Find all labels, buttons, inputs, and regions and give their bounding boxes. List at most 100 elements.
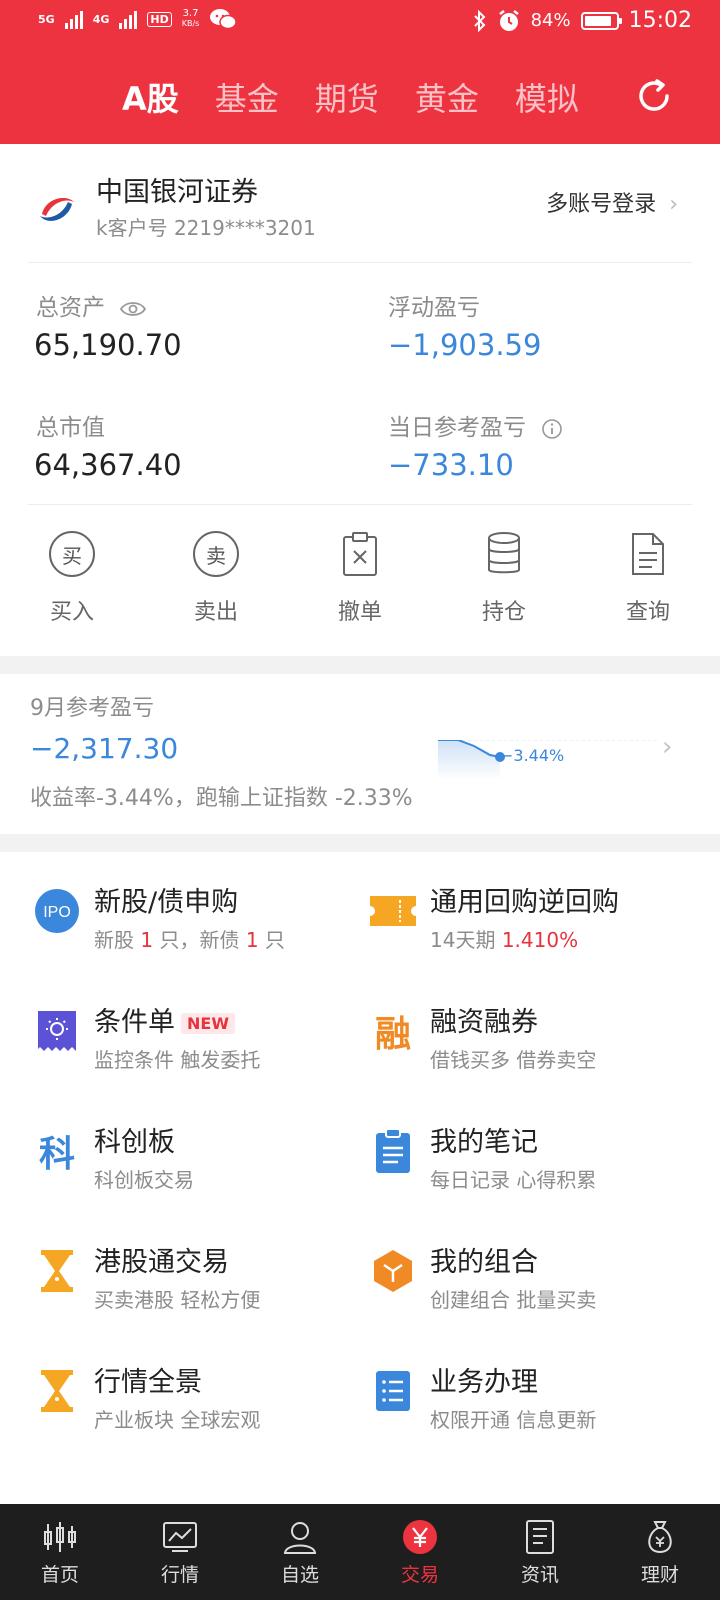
tab-gold[interactable]: 黄金 [415,74,479,120]
chevron-right-icon: › [662,732,673,762]
new-badge: NEW [181,1013,235,1034]
portfolio-icon [374,1250,412,1292]
tab-simulation[interactable]: 模拟 [515,74,579,120]
broker-logo [38,190,76,228]
sell-label: 卖出 [193,600,238,625]
query-label: 查询 [625,600,670,625]
refresh-icon[interactable] [636,78,672,114]
cancel-order-label: 撤单 [337,600,382,625]
chevron-right-icon: › [669,192,678,217]
divider [28,262,692,263]
total-assets-value: 65,190.70 [34,328,182,362]
hourglass-icon [41,1370,73,1412]
my-portfolio-item[interactable]: 我的组合 创建组合 批量买卖 [370,1240,710,1330]
network-4g-label: 4G [92,12,110,26]
svg-text:IPO: IPO [43,904,71,921]
nav-news[interactable]: 资讯 [480,1504,600,1600]
monthly-pl-label: 9月参考盈亏 [30,696,154,721]
business-handling-title: 业务办理 [430,1367,538,1398]
candlestick-icon [44,1521,76,1552]
repo-subtitle: 14天期 1.410% [430,928,579,952]
my-portfolio-title: 我的组合 [430,1247,538,1278]
market-panorama-subtitle: 产业板块 全球宏观 [94,1408,261,1432]
nav-market[interactable]: 行情 [120,1504,240,1600]
bluetooth-icon [473,9,485,32]
nav-wealth[interactable]: 理财 [600,1504,720,1600]
monthly-return-desc: 收益率-3.44%，跑输上证指数 -2.33% [30,786,413,811]
business-handling-item[interactable]: 业务办理 权限开通 信息更新 [370,1360,710,1450]
battery-percent: 84% [530,10,571,31]
cancel-order-button[interactable]: 撤单 [288,528,432,626]
ticket-icon [370,896,416,926]
broker-name: 中国银河证券 [96,177,258,208]
sell-icon: 卖 [193,531,239,577]
nav-market-label: 行情 [160,1563,199,1586]
signal-icon-2 [119,9,138,29]
info-icon[interactable] [541,418,563,440]
business-handling-subtitle: 权限开通 信息更新 [430,1408,597,1432]
buy-button[interactable]: 买 买入 [0,528,144,626]
condition-order-subtitle: 监控条件 触发委托 [94,1048,261,1072]
chart-icon [163,1521,197,1552]
condition-order-item[interactable]: 条件单 NEW 监控条件 触发委托 [34,1000,374,1090]
market-value-label: 总市值 [36,415,105,441]
nav-news-label: 资讯 [520,1563,559,1586]
margin-trading-title: 融资融券 [430,1007,538,1038]
hk-connect-item[interactable]: 港股通交易 买卖港股 轻松方便 [34,1240,374,1330]
net-speed: 3.7 [182,8,199,19]
multi-account-login[interactable]: 多账号登录 › [546,186,678,218]
positions-button[interactable]: 持仓 [432,528,576,626]
condition-order-title: 条件单 NEW [94,1000,235,1039]
nav-watchlist-label: 自选 [280,1563,319,1586]
nav-trade[interactable]: 交易 [360,1504,480,1600]
list-icon [376,1371,410,1411]
ipo-icon: IPO [35,889,79,933]
network-5g-label: 5G [38,12,55,26]
daily-pl-value: −733.10 [388,448,514,482]
ipo-subscription-item[interactable]: IPO 新股/债申购 新股 1 只，新债 1 只 [34,880,374,970]
margin-icon: 融 [374,1014,411,1055]
cancel-order-icon [343,532,377,576]
nav-watchlist[interactable]: 自选 [240,1504,360,1600]
news-icon [526,1519,554,1554]
nav-home-label: 首页 [40,1563,79,1586]
eye-icon[interactable] [120,300,147,318]
floating-pl-label: 浮动盈亏 [388,295,480,321]
star-market-subtitle: 科创板交易 [94,1168,194,1192]
margin-trading-item[interactable]: 融 融资融券 借钱买多 借券卖空 [370,1000,710,1090]
star-market-title: 科创板 [94,1127,175,1158]
repo-item[interactable]: 通用回购逆回购 14天期 1.410% [370,880,710,970]
tab-futures[interactable]: 期货 [315,74,379,120]
query-button[interactable]: 查询 [576,528,720,626]
nav-home[interactable]: 首页 [0,1504,120,1600]
bottom-nav: 首页 行情 自选 交易 资讯 理财 [0,1504,720,1600]
hk-connect-title: 港股通交易 [94,1247,229,1278]
positions-label: 持仓 [481,600,526,625]
yen-icon [403,1519,437,1554]
ipo-title: 新股/债申购 [94,887,239,918]
buy-label: 买入 [49,600,94,625]
nav-wealth-label: 理财 [640,1563,679,1586]
net-speed-unit: KB/s [181,19,200,28]
signal-icon [64,9,83,29]
multi-account-login-label: 多账号登录 [546,192,657,217]
buy-icon: 买 [49,531,95,577]
hk-connect-subtitle: 买卖港股 轻松方便 [94,1288,261,1312]
star-market-icon: 科 [38,1134,75,1175]
sparkline-label: −3.44% [500,746,565,765]
my-notes-item[interactable]: 我的笔记 每日记录 心得积累 [370,1120,710,1210]
nav-trade-label: 交易 [400,1563,439,1586]
battery-icon [580,11,622,30]
market-panorama-item[interactable]: 行情全景 产业板块 全球宏观 [34,1360,374,1450]
top-bar: 5G 4G HD 3.7 KB/s 84% 15:02 A股 基金 期货 黄金 … [0,0,720,144]
money-bag-icon [648,1520,672,1553]
sell-button[interactable]: 卖 卖出 [144,528,288,626]
database-icon [488,532,520,574]
repo-title: 通用回购逆回购 [430,887,619,918]
ipo-subtitle: 新股 1 只，新债 1 只 [94,928,285,952]
tab-a-shares[interactable]: A股 [122,74,179,120]
document-icon [632,533,664,575]
star-market-item[interactable]: 科 科创板 科创板交易 [34,1120,374,1210]
wechat-icon [210,9,238,30]
tab-funds[interactable]: 基金 [215,74,279,120]
